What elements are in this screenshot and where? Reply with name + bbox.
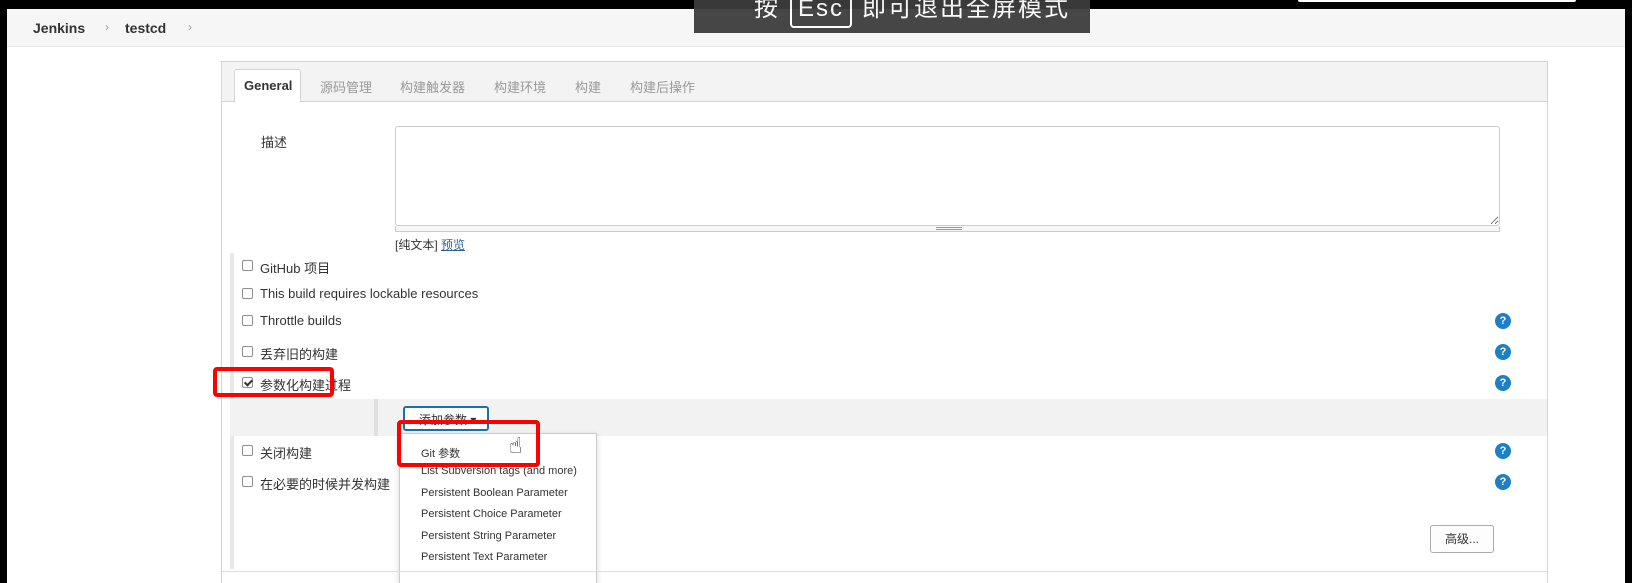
tab-scm[interactable]: 源码管理 [320,77,372,96]
option-label: GitHub 项目 [260,261,331,276]
hand-pointer-icon: ☝ [509,433,523,458]
textarea-resize-handle[interactable] [395,226,1500,232]
fullscreen-notice-text: 按 Esc 即可退出全屏模式 [754,0,1070,28]
chevron-right-icon[interactable]: › [105,20,109,34]
tab-general[interactable]: General [234,69,301,103]
help-icon[interactable]: ? [1495,344,1511,360]
help-icon[interactable]: ? [1495,443,1511,459]
option-label: 丢弃旧的构建 [260,347,339,362]
fullscreen-exit-notice: 按 Esc 即可退出全屏模式 [694,0,1090,33]
config-tabs: General 源码管理 构建触发器 构建环境 构建 构建后操作 [222,62,1547,103]
notice-suffix: 即可退出全屏模式 [862,0,1071,22]
grip-lines-icon [936,227,962,230]
parameters-section-bar [374,399,378,436]
menu-item-persistent-choice[interactable]: Persistent Choice Parameter [421,508,562,520]
option-label: 在必要的时候并发构建 [260,477,391,492]
markup-formatter-line: [纯文本] 预览 [395,236,465,253]
description-label: 描述 [261,135,288,150]
option-label: 关闭构建 [260,446,313,461]
breadcrumb-jenkins-link[interactable]: Jenkins [33,20,85,36]
config-panel: General 源码管理 构建触发器 构建环境 构建 构建后操作 描述 [纯文本… [213,61,1548,583]
tab-build[interactable]: 构建 [575,77,601,96]
option-label: This build requires lockable resources [260,286,479,301]
concurrent-builds-checkbox[interactable] [242,476,253,487]
help-icon[interactable]: ? [1495,474,1511,490]
chevron-right-icon[interactable]: › [188,20,192,34]
section-divider [222,571,1547,572]
annotation-highlight-parameterized [213,367,334,397]
window-right-edge [1625,9,1632,583]
description-textarea[interactable] [395,126,1500,226]
tab-build-triggers[interactable]: 构建触发器 [400,77,465,96]
lockable-resources-checkbox[interactable] [242,288,253,299]
tab-build-environment[interactable]: 构建环境 [494,77,546,96]
help-icon[interactable]: ? [1495,375,1511,391]
help-icon[interactable]: ? [1495,313,1511,329]
throttle-builds-checkbox[interactable] [242,315,253,326]
notice-prefix: 按 [754,0,780,22]
window-left-edge [0,9,7,583]
discard-old-builds-checkbox[interactable] [242,346,253,357]
menu-item-persistent-string[interactable]: Persistent String Parameter [421,530,556,542]
search-field-edge [1298,0,1576,2]
breadcrumb-testcd-link[interactable]: testcd [125,20,166,36]
esc-key-badge: Esc [790,0,853,28]
github-project-checkbox[interactable] [242,260,253,271]
disable-build-checkbox[interactable] [242,445,253,456]
tab-post-build[interactable]: 构建后操作 [630,77,695,96]
menu-item-persistent-boolean[interactable]: Persistent Boolean Parameter [421,487,568,499]
preview-link[interactable]: 预览 [441,238,465,252]
advanced-button[interactable]: 高级... [1430,525,1494,553]
markup-type-label: [纯文本] [395,238,438,252]
option-label: Throttle builds [260,313,342,328]
menu-item-persistent-text[interactable]: Persistent Text Parameter [421,551,547,563]
